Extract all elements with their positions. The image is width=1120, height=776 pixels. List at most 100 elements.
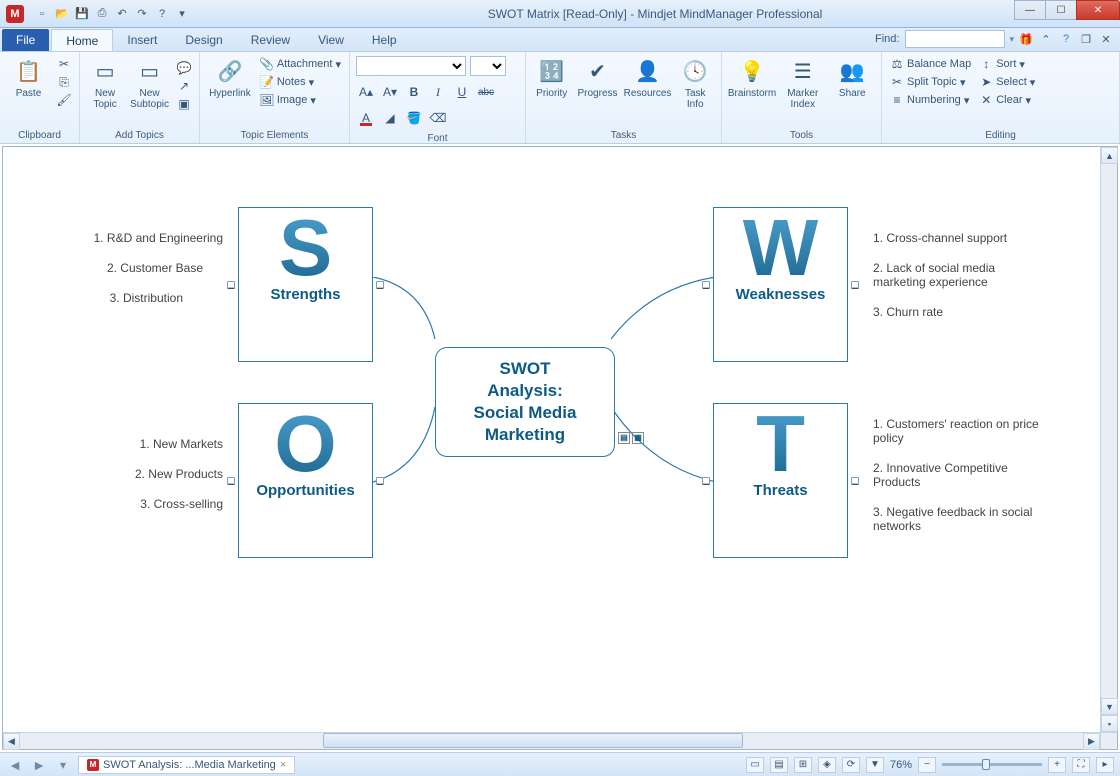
up-arrow-icon[interactable]: ⌃: [1038, 31, 1054, 47]
mdi-close-icon[interactable]: ✕: [1098, 31, 1114, 47]
clear-format-button[interactable]: ⌫: [428, 108, 448, 128]
copy-button[interactable]: ⎘: [55, 74, 73, 90]
review-tab[interactable]: Review: [237, 29, 304, 51]
resources-button[interactable]: 👤Resources: [624, 56, 672, 101]
file-tab[interactable]: File: [2, 29, 49, 51]
select-button[interactable]: ➤Select ▾: [977, 74, 1037, 90]
vertical-scrollbar[interactable]: ▲ ▼ ▪: [1100, 147, 1117, 732]
zoom-slider[interactable]: [942, 763, 1042, 766]
help-tab[interactable]: Help: [358, 29, 411, 51]
gift-icon[interactable]: 🎁: [1018, 31, 1034, 47]
expand-handle-s-right[interactable]: –: [376, 281, 384, 289]
canvas[interactable]: SWOT Analysis: Social Media Marketing ▤ …: [3, 147, 1117, 749]
increase-font-button[interactable]: A▴: [356, 82, 376, 102]
qat-undo-icon[interactable]: ↶: [114, 6, 130, 22]
list-item[interactable]: 2. New Products: [135, 467, 223, 481]
zoom-out-button[interactable]: −: [918, 757, 936, 773]
home-tab[interactable]: Home: [51, 29, 113, 51]
image-button[interactable]: 🖼Image ▾: [258, 92, 343, 108]
view-mode-4-button[interactable]: ◈: [818, 757, 836, 773]
nav-forward-button[interactable]: ►: [30, 757, 48, 773]
design-tab[interactable]: Design: [171, 29, 236, 51]
list-item[interactable]: 1. R&D and Engineering: [94, 231, 223, 245]
hyperlink-button[interactable]: 🔗Hyperlink: [206, 56, 254, 101]
notes-button[interactable]: 📝Notes ▾: [258, 74, 343, 90]
threats-box[interactable]: T Threats: [713, 403, 848, 558]
underline-button[interactable]: U: [452, 82, 472, 102]
expand-handle-t-left[interactable]: –: [702, 477, 710, 485]
expand-handle-w-right[interactable]: –: [851, 281, 859, 289]
view-mode-3-button[interactable]: ⊞: [794, 757, 812, 773]
expand-handle-s-left[interactable]: –: [227, 281, 235, 289]
font-size-select[interactable]: [470, 56, 506, 76]
sort-button[interactable]: ↕Sort ▾: [977, 56, 1037, 72]
central-topic[interactable]: SWOT Analysis: Social Media Marketing ▤ …: [435, 347, 615, 457]
list-item[interactable]: 2. Customer Base: [107, 261, 203, 275]
nav-dropdown-button[interactable]: ▾: [54, 757, 72, 773]
numbering-button[interactable]: ≡Numbering ▾: [888, 92, 973, 108]
priority-button[interactable]: 🔢Priority: [532, 56, 571, 101]
fit-button[interactable]: ⛶: [1072, 757, 1090, 773]
document-tab[interactable]: M SWOT Analysis: ...Media Marketing ×: [78, 756, 295, 774]
task-info-button[interactable]: 🕓Task Info: [676, 56, 715, 112]
share-button[interactable]: 👥Share: [830, 56, 876, 101]
expand-handle-o-left[interactable]: –: [227, 477, 235, 485]
view-mode-5-button[interactable]: ⟳: [842, 757, 860, 773]
progress-button[interactable]: ✔Progress: [575, 56, 619, 101]
paste-button[interactable]: 📋Paste: [6, 56, 51, 101]
minimize-button[interactable]: —: [1014, 0, 1046, 20]
list-item[interactable]: 1. Cross-channel support: [873, 231, 1043, 245]
restore-down-icon[interactable]: ❐: [1078, 31, 1094, 47]
qat-help-icon[interactable]: ?: [154, 6, 170, 22]
boundary-button[interactable]: ▣: [175, 96, 193, 112]
maximize-button[interactable]: ☐: [1045, 0, 1077, 20]
split-topic-button[interactable]: ✂Split Topic ▾: [888, 74, 973, 90]
zoom-in-button[interactable]: +: [1048, 757, 1066, 773]
new-subtopic-button[interactable]: ▭New Subtopic: [128, 56, 171, 112]
filter-button[interactable]: ▼: [866, 757, 884, 773]
help-icon[interactable]: ?: [1058, 31, 1074, 47]
nav-back-button[interactable]: ◄: [6, 757, 24, 773]
scroll-right-button[interactable]: ▶: [1083, 733, 1100, 750]
list-item[interactable]: 2. Lack of social media marketing experi…: [873, 261, 1043, 289]
zoom-slider-thumb[interactable]: [982, 759, 990, 770]
insert-tab[interactable]: Insert: [113, 29, 171, 51]
view-mode-1-button[interactable]: ▭: [746, 757, 764, 773]
strikethrough-button[interactable]: abc: [476, 82, 496, 102]
decrease-font-button[interactable]: A▾: [380, 82, 400, 102]
expand-handle-o-right[interactable]: –: [376, 477, 384, 485]
scroll-left-button[interactable]: ◀: [3, 733, 20, 750]
strengths-box[interactable]: S Strengths: [238, 207, 373, 362]
find-input[interactable]: [905, 30, 1005, 48]
scroll-thumb-h[interactable]: [323, 733, 743, 748]
weaknesses-box[interactable]: W Weaknesses: [713, 207, 848, 362]
fill-color-button[interactable]: 🪣: [404, 108, 424, 128]
font-family-select[interactable]: [356, 56, 466, 76]
note-indicator-icon[interactable]: ▤: [618, 432, 630, 444]
list-item[interactable]: 1. Customers' reaction on price policy: [873, 417, 1043, 445]
qat-print-icon[interactable]: ⎙: [94, 6, 110, 22]
panel-toggle-button[interactable]: ▸: [1096, 757, 1114, 773]
qat-open-icon[interactable]: 📂: [54, 6, 70, 22]
relationship-button[interactable]: ↗: [175, 78, 193, 94]
scroll-options-button[interactable]: ▪: [1101, 715, 1118, 732]
format-painter-button[interactable]: 🖌: [55, 92, 73, 108]
cut-button[interactable]: ✂: [55, 56, 73, 72]
scroll-up-button[interactable]: ▲: [1101, 147, 1118, 164]
view-mode-2-button[interactable]: ▤: [770, 757, 788, 773]
font-color-button[interactable]: A: [356, 108, 376, 128]
opportunities-box[interactable]: O Opportunities: [238, 403, 373, 558]
list-item[interactable]: 3. Negative feedback in social networks: [873, 505, 1043, 533]
new-topic-button[interactable]: ▭New Topic: [86, 56, 124, 112]
highlight-button[interactable]: ◢: [380, 108, 400, 128]
list-item[interactable]: 1. New Markets: [140, 437, 223, 451]
qat-dropdown-icon[interactable]: ▾: [174, 6, 190, 22]
balance-map-button[interactable]: ⚖Balance Map: [888, 56, 973, 72]
qat-new-icon[interactable]: ▫: [34, 6, 50, 22]
bold-button[interactable]: B: [404, 82, 424, 102]
list-item[interactable]: 3. Churn rate: [873, 305, 1043, 319]
brainstorm-button[interactable]: 💡Brainstorm: [728, 56, 776, 101]
expand-handle-w-left[interactable]: –: [702, 281, 710, 289]
clear-button[interactable]: ✕Clear ▾: [977, 92, 1037, 108]
list-item[interactable]: 3. Distribution: [110, 291, 183, 305]
